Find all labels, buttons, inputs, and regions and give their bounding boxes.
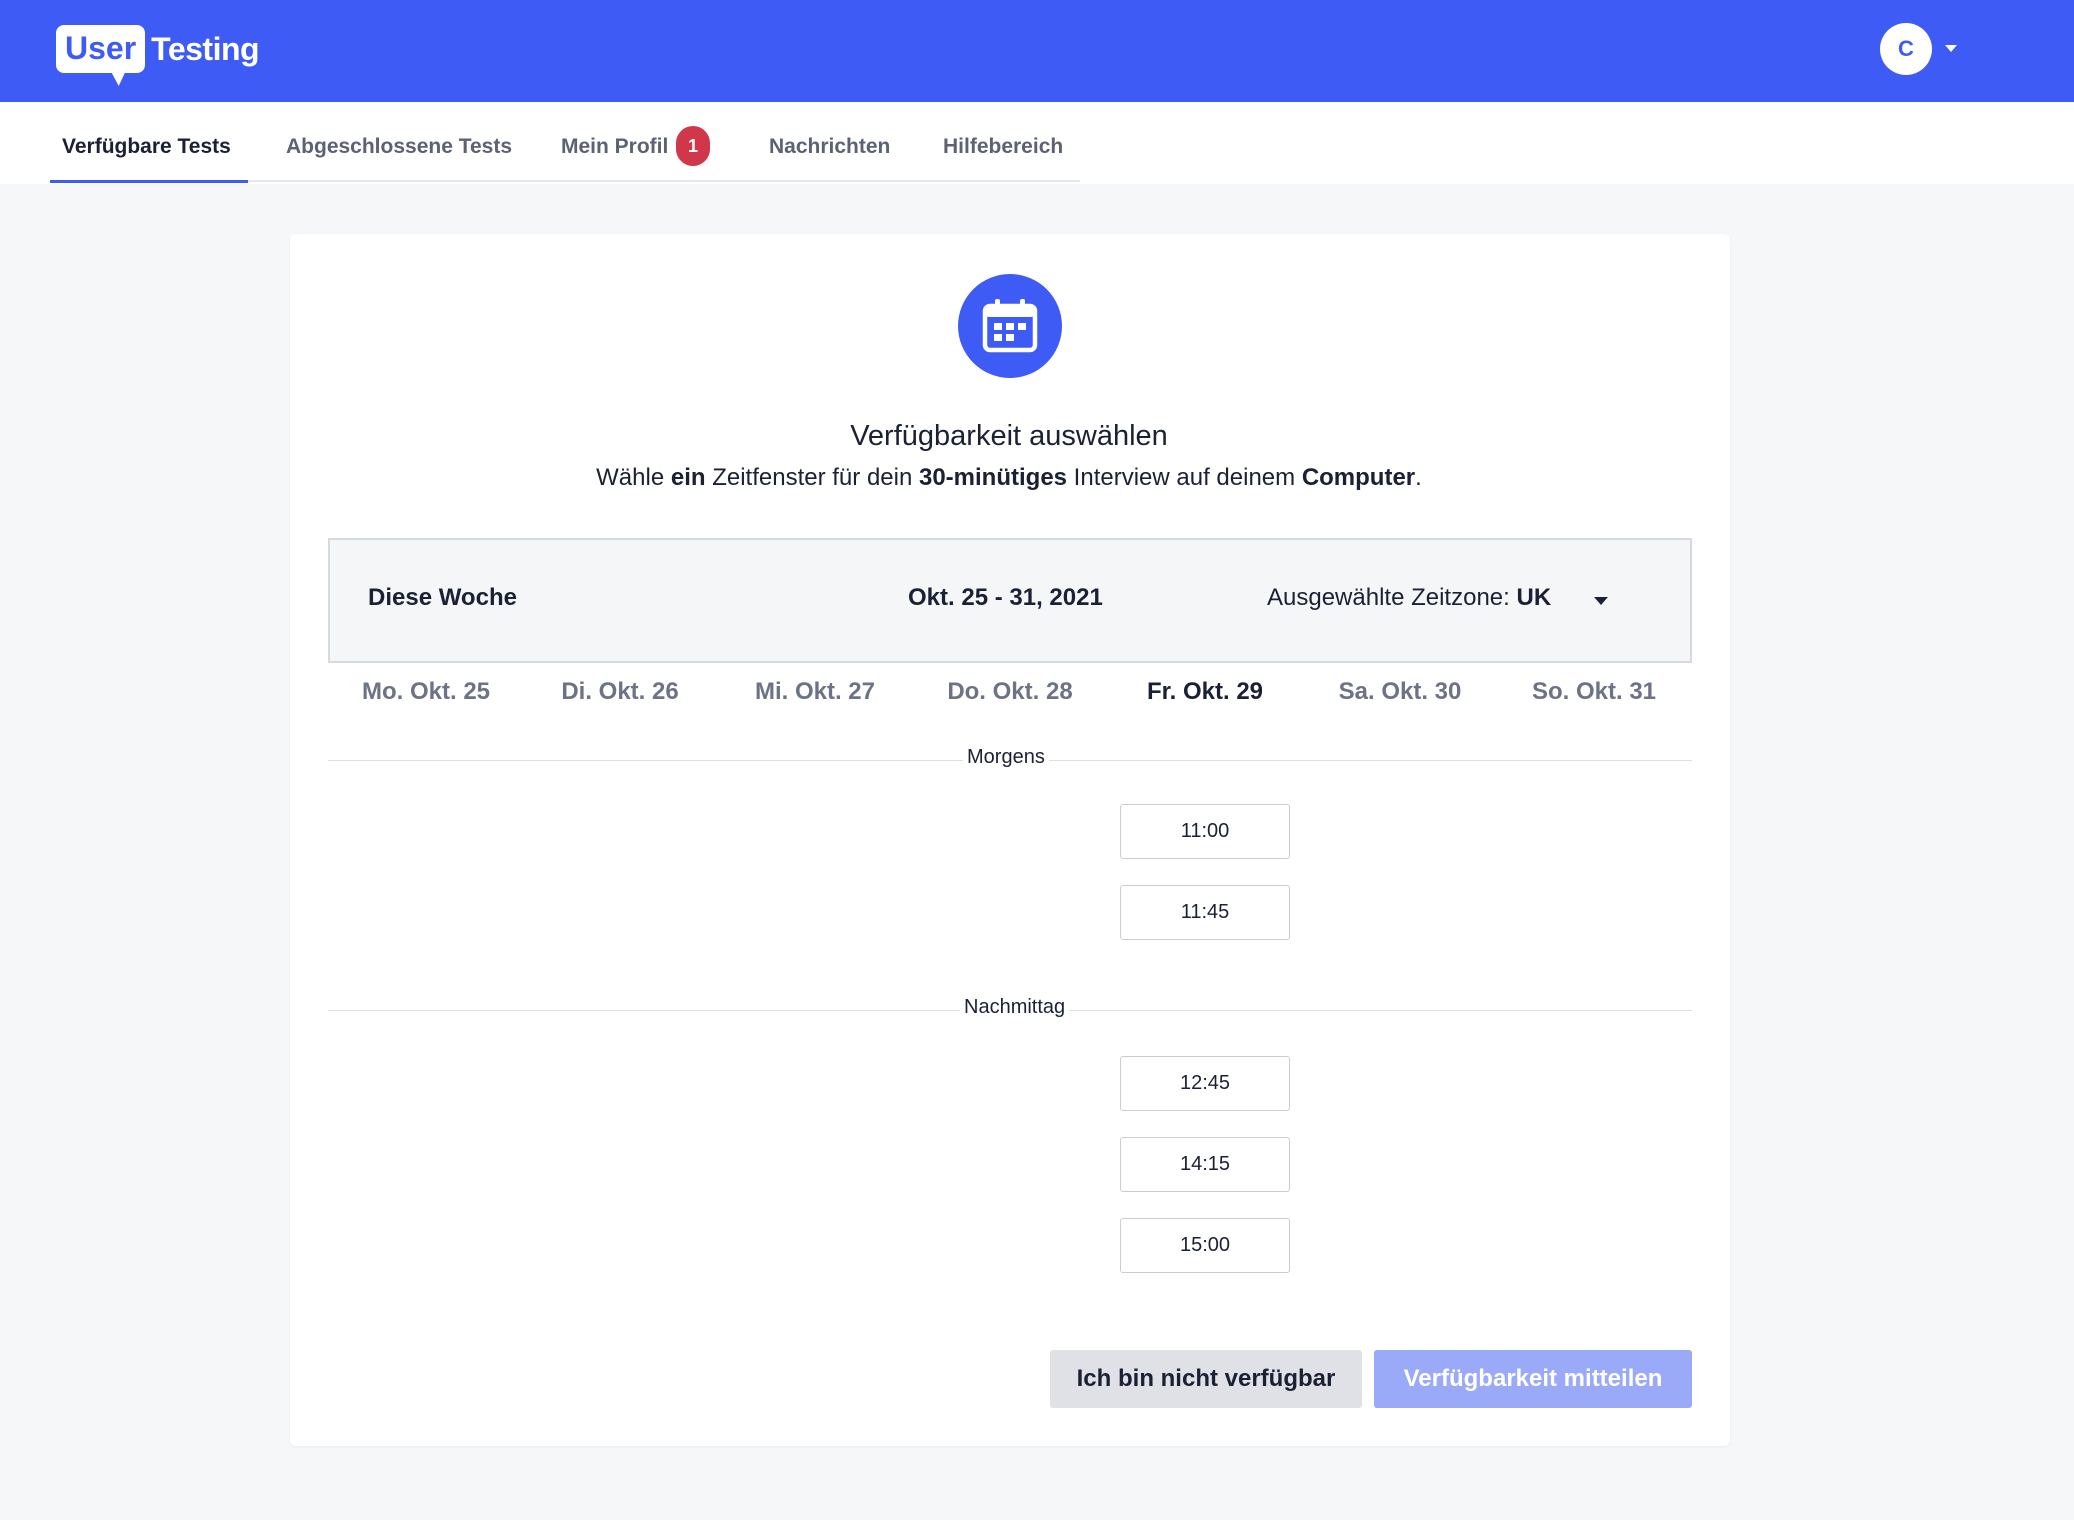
subtitle-bold: 30-minütiges xyxy=(918,464,1068,491)
week-label: Diese Woche xyxy=(368,584,517,611)
page-title: Verfügbarkeit auswählen xyxy=(850,420,1168,452)
timezone-label: Ausgewählte Zeitzone: xyxy=(1267,584,1517,611)
tab-mein-profil[interactable]: Mein Profil xyxy=(561,132,668,162)
time-slot-1145[interactable]: 11:45 xyxy=(1120,885,1290,940)
tab-verfuegbare-tests[interactable]: Verfügbare Tests xyxy=(62,132,231,162)
not-available-button[interactable]: Ich bin nicht verfügbar xyxy=(1050,1350,1362,1408)
calendar-icon xyxy=(982,299,1038,353)
subtitle-part: . xyxy=(1415,464,1422,491)
day-sunday[interactable]: So. Okt. 31 xyxy=(1504,678,1684,706)
usertesting-logo[interactable]: User Testing xyxy=(56,22,260,76)
subtitle-part: Wähle xyxy=(596,464,671,491)
time-slot-1415[interactable]: 14:15 xyxy=(1120,1137,1290,1192)
time-slot-1245[interactable]: 12:45 xyxy=(1120,1056,1290,1111)
day-thursday[interactable]: Do. Okt. 28 xyxy=(920,678,1100,706)
day-saturday[interactable]: Sa. Okt. 30 xyxy=(1310,678,1490,706)
tab-hilfebereich[interactable]: Hilfebereich xyxy=(943,132,1063,162)
time-slot-1100[interactable]: 11:00 xyxy=(1120,804,1290,859)
week-range: Okt. 25 - 31, 2021 xyxy=(908,584,1103,611)
profile-notification-badge: 1 xyxy=(676,126,710,166)
subtitle-bold: Computer xyxy=(1301,464,1416,491)
availability-card xyxy=(290,234,1730,1446)
subtitle-bold: ein xyxy=(670,464,706,491)
day-wednesday[interactable]: Mi. Okt. 27 xyxy=(725,678,905,706)
active-tab-indicator xyxy=(50,180,248,183)
logo-user-text: User xyxy=(56,25,146,73)
time-slot-1500[interactable]: 15:00 xyxy=(1120,1218,1290,1273)
morning-label: Morgens xyxy=(963,746,1049,769)
top-header: User Testing C xyxy=(0,0,2074,102)
account-menu-caret-icon[interactable] xyxy=(1945,45,1957,52)
calendar-badge xyxy=(958,274,1062,378)
avatar[interactable]: C xyxy=(1880,23,1932,75)
page-subtitle: Wähle ein Zeitfenster für dein 30-minüti… xyxy=(0,464,2018,492)
timezone-value: UK xyxy=(1516,584,1552,611)
timezone-dropdown-icon[interactable] xyxy=(1594,597,1608,605)
day-tuesday[interactable]: Di. Okt. 26 xyxy=(530,678,710,706)
logo-testing-text: Testing xyxy=(151,30,260,67)
subtitle-part: Zeitfenster für dein xyxy=(705,464,919,491)
tab-abgeschlossene-tests[interactable]: Abgeschlossene Tests xyxy=(286,132,512,162)
day-monday[interactable]: Mo. Okt. 25 xyxy=(336,678,516,706)
day-friday[interactable]: Fr. Okt. 29 xyxy=(1115,678,1295,706)
timezone-selector[interactable]: Ausgewählte Zeitzone: UK xyxy=(1267,584,1551,612)
subtitle-part: Interview auf deinem xyxy=(1067,464,1302,491)
submit-availability-button[interactable]: Verfügbarkeit mitteilen xyxy=(1374,1350,1692,1408)
tab-nachrichten[interactable]: Nachrichten xyxy=(769,132,890,162)
afternoon-label: Nachmittag xyxy=(960,996,1070,1019)
